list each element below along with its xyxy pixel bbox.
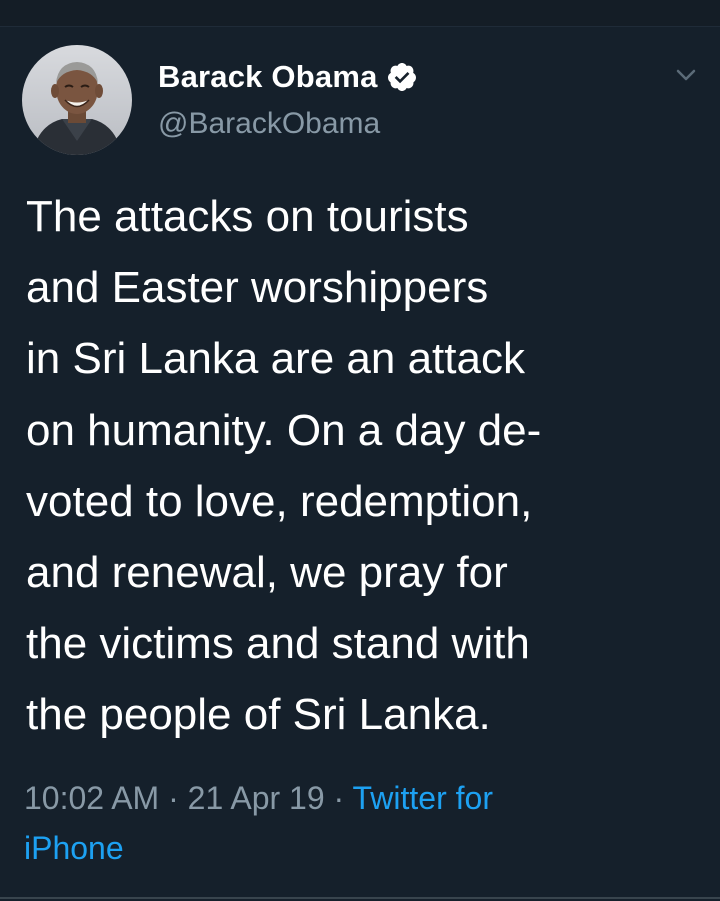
metadata-line: 10:02 AM · 21 Apr 19 · Twitter for: [24, 773, 684, 823]
tweet-text-line: on humanity. On a day de-: [26, 405, 542, 455]
username-handle[interactable]: @BarackObama: [158, 107, 380, 141]
chevron-down-icon[interactable]: [671, 63, 701, 87]
divider: [0, 897, 720, 899]
tweet-text-line: and Easter worshippers: [26, 263, 489, 313]
tweet-text-line: voted to love, redemption,: [26, 476, 533, 526]
tweet-text-line: the victims and stand with: [26, 619, 530, 669]
tweet-text-line: and renewal, we pray for: [26, 547, 508, 597]
tweet-date[interactable]: 21 Apr 19: [188, 780, 325, 816]
source-link-continued[interactable]: iPhone: [24, 823, 684, 873]
display-name[interactable]: Barack Obama: [158, 59, 378, 95]
top-bar: [0, 0, 720, 27]
avatar[interactable]: [22, 45, 132, 155]
verified-badge-icon: [386, 61, 418, 93]
tweet-text: The attacks on tourists and Easter worsh…: [26, 181, 706, 751]
avatar-image: [22, 45, 132, 155]
tweet-text-line: The attacks on tourists: [26, 192, 469, 241]
tweet-text-line: the people of Sri Lanka.: [26, 690, 491, 740]
author-name-row[interactable]: Barack Obama: [158, 57, 418, 97]
tweet-time[interactable]: 10:02 AM: [24, 780, 159, 816]
separator: ·: [333, 780, 345, 816]
tweet-metadata: 10:02 AM · 21 Apr 19 · Twitter for iPhon…: [24, 773, 684, 873]
separator: ·: [168, 780, 179, 816]
tweet-text-line: in Sri Lanka are an attack: [26, 334, 525, 384]
source-link[interactable]: Twitter for: [353, 780, 493, 816]
tweet: Barack Obama @BarackObama The attacks on…: [0, 27, 720, 899]
